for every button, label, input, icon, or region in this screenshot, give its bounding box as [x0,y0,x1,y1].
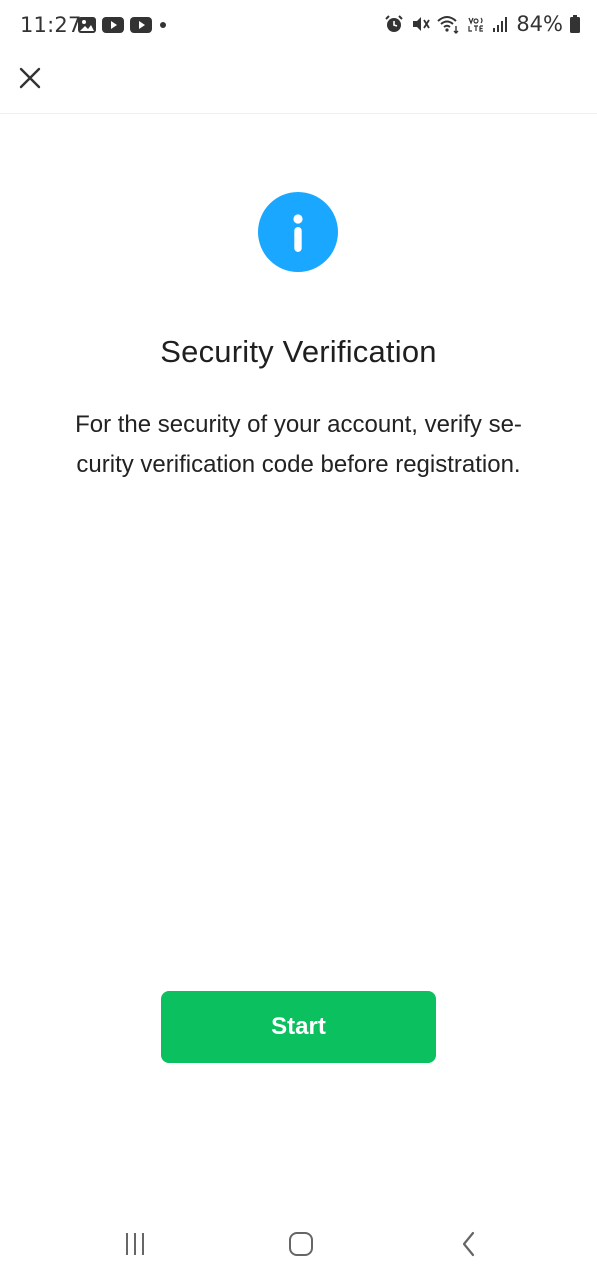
volte-icon [468,17,484,32]
navigation-bar [0,1210,597,1280]
page-title: Security Verification [160,334,437,369]
back-icon [462,1231,475,1257]
close-button[interactable] [14,62,46,94]
signal-icon [493,17,508,32]
recent-apps-icon [126,1233,144,1255]
gallery-icon [78,17,96,33]
battery-percentage: 84% [516,12,563,36]
info-glyph [293,214,303,252]
status-right-icons: 84% [384,12,581,36]
dot-icon [160,22,166,28]
battery-icon [570,15,580,33]
recent-apps-button[interactable] [115,1226,155,1262]
youtube-icon [130,17,152,33]
start-button[interactable]: Start [161,991,436,1063]
home-icon [289,1232,313,1256]
top-bar [0,54,597,114]
wifi-icon [437,16,459,34]
alarm-icon [385,15,404,32]
info-icon [258,192,338,272]
status-time: 11:27 [20,13,82,37]
back-button[interactable] [449,1226,489,1262]
mute-icon [413,17,431,31]
youtube-icon [102,17,124,33]
status-left-icons [77,16,169,34]
close-icon [19,67,41,89]
status-bar: 11:27 84% [0,0,597,54]
description-text: For the security of your account, verify… [75,411,522,478]
home-button[interactable] [281,1226,321,1262]
